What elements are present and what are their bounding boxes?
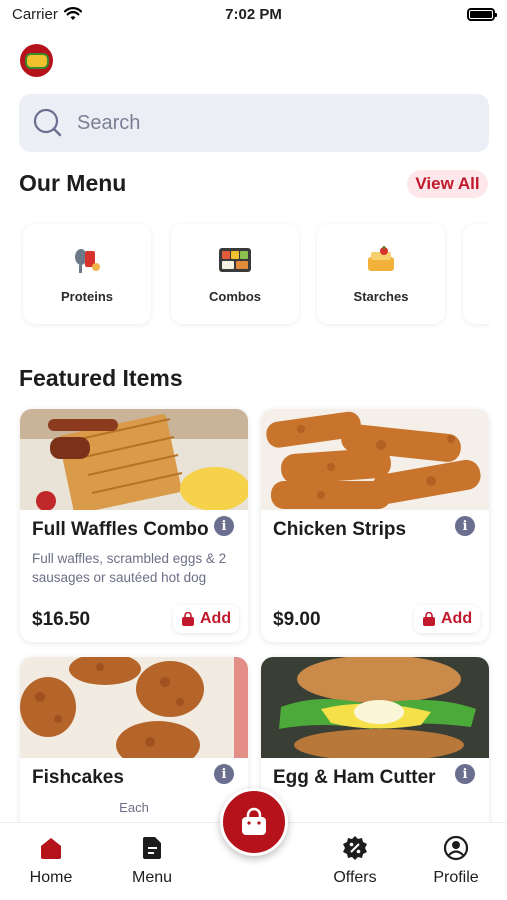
view-all-button[interactable]: View All: [407, 170, 488, 198]
item-description: Full waffles, scrambled eggs & 2 sausage…: [32, 551, 227, 585]
bag-icon: [182, 612, 194, 626]
nav-label: Offers: [333, 869, 377, 886]
add-to-cart-button[interactable]: Add: [414, 605, 481, 633]
search-input[interactable]: [77, 111, 457, 135]
starches-icon: [364, 245, 398, 275]
nav-label: Menu: [131, 869, 173, 886]
menu-document-icon: [142, 837, 161, 859]
category-label: Starches: [353, 288, 409, 304]
battery-icon: [467, 7, 497, 21]
info-icon[interactable]: i: [455, 764, 475, 784]
logo-mark: [24, 52, 49, 69]
item-image: [261, 657, 489, 758]
wifi-icon: [63, 7, 82, 20]
item-card-egg-ham-cutter[interactable]: Egg & Ham Cutter i: [261, 657, 489, 837]
search-bar[interactable]: [19, 94, 489, 152]
item-price: $16.50: [32, 609, 91, 630]
status-bar: Carrier 7:02 PM: [0, 0, 507, 28]
item-name: Fishcakes: [32, 767, 124, 788]
item-name: Full Waffles Combo: [32, 519, 209, 540]
category-card-proteins[interactable]: Proteins: [23, 224, 151, 324]
discount-badge-icon: [343, 836, 367, 860]
status-left: Carrier: [12, 6, 82, 23]
item-image: [261, 409, 489, 510]
item-price: $9.00: [273, 609, 321, 630]
item-image: [20, 409, 248, 510]
nav-label: Home: [29, 869, 73, 886]
nav-offers[interactable]: Offers: [310, 835, 400, 887]
bag-icon: [423, 612, 435, 626]
profile-icon: [443, 835, 469, 861]
category-card-combos[interactable]: Combos: [171, 224, 299, 324]
item-unit: Each: [119, 800, 149, 815]
category-row[interactable]: Proteins Combos Starches S: [19, 220, 489, 328]
nav-profile[interactable]: Profile: [411, 835, 501, 887]
item-card-chicken-strips[interactable]: Chicken Strips i $9.00 Add: [261, 409, 489, 642]
cart-button[interactable]: [220, 788, 288, 856]
item-card-fishcakes[interactable]: Fishcakes i Each: [20, 657, 248, 837]
nav-menu[interactable]: Menu: [107, 835, 197, 887]
status-time: 7:02 PM: [225, 5, 282, 23]
search-icon: [33, 108, 62, 137]
featured-section-title: Featured Items: [19, 365, 183, 391]
category-label: Combos: [209, 288, 261, 304]
category-card-starches[interactable]: Starches: [317, 224, 445, 324]
home-icon: [41, 838, 61, 859]
add-label: Add: [200, 610, 232, 627]
nav-label: Profile: [433, 869, 479, 886]
category-label: Proteins: [60, 288, 113, 304]
menu-section-title: Our Menu: [19, 170, 127, 196]
proteins-icon: [70, 245, 104, 275]
info-icon[interactable]: i: [455, 516, 475, 536]
add-label: Add: [441, 610, 473, 627]
item-name: Egg & Ham Cutter: [273, 767, 436, 788]
brand-logo[interactable]: [20, 44, 53, 77]
item-name: Chicken Strips: [273, 519, 407, 540]
item-card-full-waffles-combo[interactable]: Full Waffles Combo i Full waffles, scram…: [20, 409, 248, 642]
combos-icon: [218, 245, 252, 275]
info-icon[interactable]: i: [214, 516, 234, 536]
info-icon[interactable]: i: [214, 764, 234, 784]
carrier-label: Carrier: [12, 5, 58, 23]
shopping-bag-icon: [242, 807, 266, 835]
nav-home[interactable]: Home: [6, 835, 96, 887]
item-image: [20, 657, 248, 758]
add-to-cart-button[interactable]: Add: [173, 605, 240, 633]
category-card-more[interactable]: S: [463, 224, 489, 324]
